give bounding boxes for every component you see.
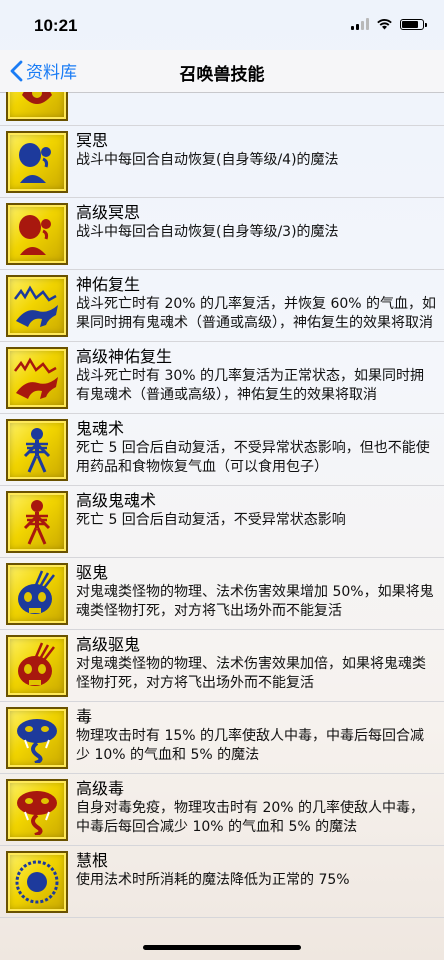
skill-list[interactable]: 战斗中每回合自动恢复气血，恢复数值与自身等级相同冥思战斗中每回合自动恢复(自身等… [0, 92, 444, 960]
skill-title: 高级毒 [76, 779, 125, 798]
skill-description: 战斗死亡时有 20% 的几率复活，并恢复 60% 的气血，如果同时拥有鬼魂术（普… [76, 296, 437, 331]
skill-description: 战斗中每回合自动恢复(自身等级/4)的魔法 [76, 152, 339, 168]
wifi-icon [377, 19, 392, 30]
battery-icon [400, 18, 427, 30]
skill-row[interactable]: 神佑复生战斗死亡时有 20% 的几率复活，并恢复 60% 的气血，如果同时拥有鬼… [0, 270, 444, 342]
advanced-exorcise-skull-icon [6, 635, 68, 697]
skill-text: 慧根使用法术时所消耗的魔法降低为正常的 75% [76, 851, 438, 890]
skill-text: 高级毒自身对毒免疫，物理攻击时有 20% 的几率使敌人中毒，中毒后每回合减少 1… [76, 779, 438, 837]
meditation-icon [6, 131, 68, 193]
skill-title: 冥思 [76, 131, 109, 150]
skill-description: 死亡 5 回合后自动复活，不受异常状态影响，但也不能使用药品和食物恢复气血（可以… [76, 440, 430, 475]
skill-list-content: 战斗中每回合自动恢复气血，恢复数值与自身等级相同冥思战斗中每回合自动恢复(自身等… [0, 92, 444, 918]
poison-snake-icon [6, 707, 68, 769]
skill-title: 高级冥思 [76, 203, 141, 222]
skill-row[interactable]: 战斗中每回合自动恢复气血，恢复数值与自身等级相同 [0, 92, 444, 126]
skill-text: 高级冥思战斗中每回合自动恢复(自身等级/3)的魔法 [76, 203, 438, 242]
skill-description: 对鬼魂类怪物的物理、法术伤害效果增加 50%，如果将鬼魂类怪物打死，对方将飞出场… [76, 584, 434, 619]
battery-level [402, 20, 419, 28]
home-indicator[interactable] [143, 945, 301, 950]
skill-text: 高级驱鬼对鬼魂类怪物的物理、法术伤害效果加倍，如果将鬼魂类怪物打死，对方将飞出场… [76, 635, 438, 693]
advanced-ghost-skeleton-icon [6, 491, 68, 553]
skill-row[interactable]: 高级冥思战斗中每回合自动恢复(自身等级/3)的魔法 [0, 198, 444, 270]
skill-row[interactable]: 鬼魂术死亡 5 回合后自动复活，不受异常状态影响，但也不能使用药品和食物恢复气血… [0, 414, 444, 486]
skill-row[interactable]: 高级神佑复生战斗死亡时有 30% 的几率复活为正常状态，如果同时拥有鬼魂术（普通… [0, 342, 444, 414]
skill-title: 驱鬼 [76, 563, 109, 582]
skill-title: 毒 [76, 707, 93, 726]
skill-row[interactable]: 高级毒自身对毒免疫，物理攻击时有 20% 的几率使敌人中毒，中毒后每回合减少 1… [0, 774, 444, 846]
skill-title: 高级驱鬼 [76, 635, 141, 654]
skill-row[interactable]: 毒物理攻击时有 15% 的几率使敌人中毒，中毒后每回合减少 10% 的气血和 5… [0, 702, 444, 774]
skill-title: 慧根 [76, 851, 109, 870]
skill-title: 神佑复生 [76, 275, 141, 294]
skill-description: 对鬼魂类怪物的物理、法术伤害效果加倍，如果将鬼魂类怪物打死，对方将飞出场外而不能… [76, 656, 426, 691]
page-title: 召唤兽技能 [179, 65, 265, 85]
skill-row[interactable]: 高级鬼魂术死亡 5 回合后自动复活，不受异常状态影响 [0, 486, 444, 558]
ghost-skeleton-icon [6, 419, 68, 481]
skill-description: 死亡 5 回合后自动复活，不受异常状态影响 [76, 512, 346, 528]
skill-text: 鬼魂术死亡 5 回合后自动复活，不受异常状态影响，但也不能使用药品和食物恢复气血… [76, 419, 438, 477]
regen-blood-icon [6, 92, 68, 121]
divine-revive-icon [6, 275, 68, 337]
cellular-signal-icon [351, 18, 369, 30]
skill-text: 高级神佑复生战斗死亡时有 30% 的几率复活为正常状态，如果同时拥有鬼魂术（普通… [76, 347, 438, 405]
skill-title: 高级神佑复生 [76, 347, 173, 366]
skill-text: 毒物理攻击时有 15% 的几率使敌人中毒，中毒后每回合减少 10% 的气血和 5… [76, 707, 438, 765]
skill-description: 战斗中每回合自动恢复(自身等级/3)的魔法 [76, 224, 339, 240]
skill-text: 驱鬼对鬼魂类怪物的物理、法术伤害效果增加 50%，如果将鬼魂类怪物打死，对方将飞… [76, 563, 438, 621]
advanced-divine-revive-icon [6, 347, 68, 409]
skill-row[interactable]: 驱鬼对鬼魂类怪物的物理、法术伤害效果增加 50%，如果将鬼魂类怪物打死，对方将飞… [0, 558, 444, 630]
status-icons [351, 18, 427, 30]
skill-description: 战斗死亡时有 30% 的几率复活为正常状态，如果同时拥有鬼魂术（普通或高级），神… [76, 368, 425, 403]
skill-row[interactable]: 冥思战斗中每回合自动恢复(自身等级/4)的魔法 [0, 126, 444, 198]
exorcise-skull-icon [6, 563, 68, 625]
skill-description: 使用法术时所消耗的魔法降低为正常的 75% [76, 872, 350, 888]
skill-row[interactable]: 慧根使用法术时所消耗的魔法降低为正常的 75% [0, 846, 444, 918]
status-bar: 10:21 [0, 0, 444, 50]
skill-description: 物理攻击时有 15% 的几率使敌人中毒，中毒后每回合减少 10% 的气血和 5%… [76, 728, 425, 763]
skill-title: 鬼魂术 [76, 419, 125, 438]
skill-row[interactable]: 高级驱鬼对鬼魂类怪物的物理、法术伤害效果加倍，如果将鬼魂类怪物打死，对方将飞出场… [0, 630, 444, 702]
advanced-meditation-icon [6, 203, 68, 265]
navigation-bar: 资料库 召唤兽技能 [0, 50, 444, 93]
wisdom-icon [6, 851, 68, 913]
skill-description: 自身对毒免疫，物理攻击时有 20% 的几率使敌人中毒，中毒后每回合减少 10% … [76, 800, 425, 835]
skill-text: 冥思战斗中每回合自动恢复(自身等级/4)的魔法 [76, 131, 438, 170]
skill-title: 高级鬼魂术 [76, 491, 157, 510]
skill-text: 高级鬼魂术死亡 5 回合后自动复活，不受异常状态影响 [76, 491, 438, 530]
advanced-poison-snake-icon [6, 779, 68, 841]
status-time: 10:21 [34, 16, 78, 35]
skill-text: 神佑复生战斗死亡时有 20% 的几率复活，并恢复 60% 的气血，如果同时拥有鬼… [76, 275, 438, 333]
